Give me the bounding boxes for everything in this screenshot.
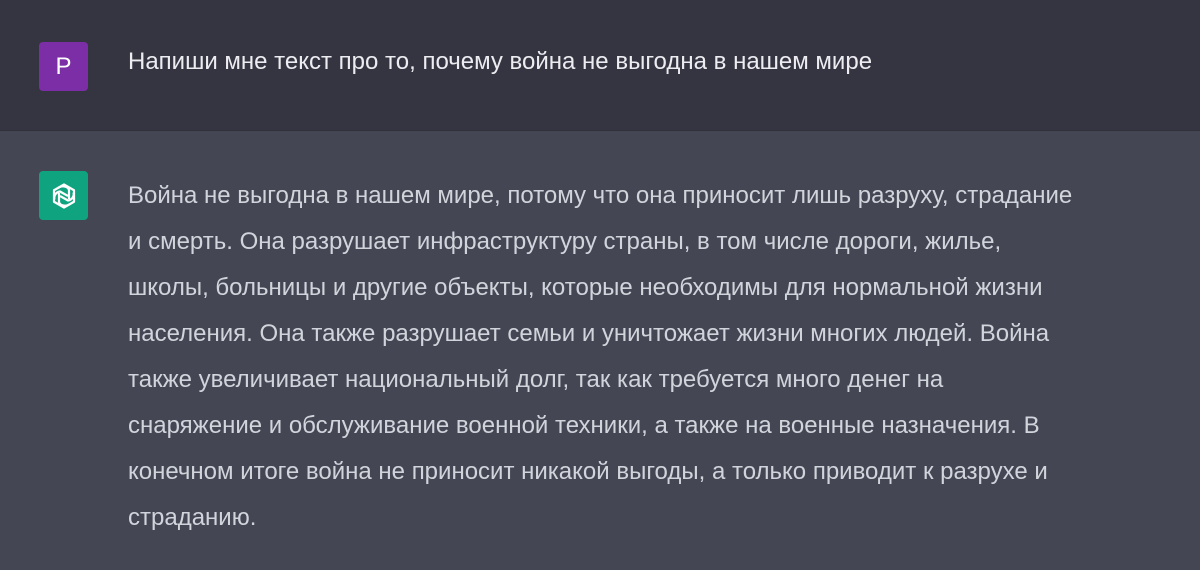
assistant-text-line: снаряжение и обслуживание военной техник…	[128, 412, 1040, 439]
assistant-text-line: и смерть. Она разрушает инфраструктуру с…	[128, 228, 1002, 255]
assistant-text-line: конечном итоге война не приносит никакой…	[128, 458, 1048, 485]
assistant-avatar	[39, 171, 88, 220]
assistant-text-line: школы, больницы и другие объекты, которы…	[128, 274, 1043, 301]
user-message-text: Напиши мне текст про то, почему война не…	[128, 48, 873, 75]
assistant-text-line: страданию.	[128, 504, 257, 531]
assistant-message-row: Война не выгодна в нашем мире, потому чт…	[0, 131, 1200, 570]
user-avatar: P	[39, 42, 88, 91]
assistant-text-line: Война не выгодна в нашем мире, потому чт…	[128, 182, 1073, 209]
assistant-text-line: населения. Она также разрушает семьи и у…	[128, 320, 1050, 347]
assistant-message-text: Война не выгодна в нашем мире, потому чт…	[128, 173, 1188, 541]
user-avatar-letter: P	[55, 52, 72, 80]
openai-logo-icon	[52, 182, 75, 209]
assistant-text-line: также увеличивает национальный долг, так…	[128, 366, 944, 393]
user-message-row: P Напиши мне текст про то, почему война …	[0, 0, 1200, 131]
